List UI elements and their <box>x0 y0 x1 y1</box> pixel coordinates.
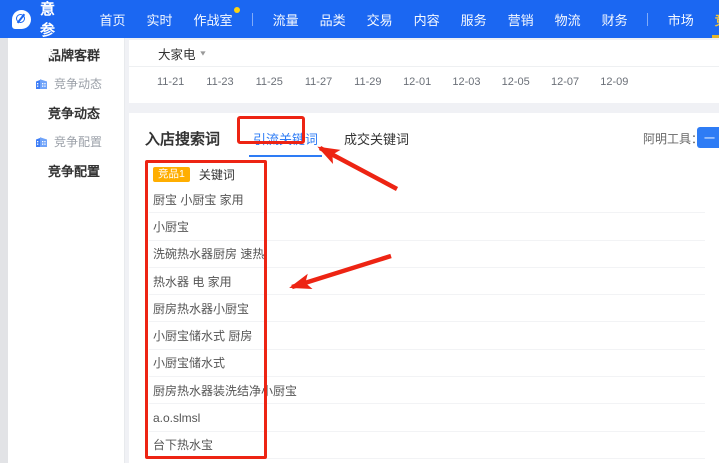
sidebar-item-label: 竞争配置 <box>54 135 103 149</box>
nav-item-label: 品类 <box>319 12 346 28</box>
keyword-text: 厨房热水器装洗结净小厨宝 <box>153 383 298 398</box>
nav-item-competition[interactable]: 竞争 <box>704 0 719 38</box>
keyword-text: 热水器 电 家用 <box>153 274 232 289</box>
search-words-header: 入店搜索词 引流关键词 成交关键词 阿明工具： 一 <box>129 113 719 163</box>
nav-item-realtime[interactable]: 实时 <box>136 0 183 38</box>
notification-dot <box>234 7 241 13</box>
nav-item-label: 财务 <box>601 12 628 28</box>
sidebar-item-label: 竞争配置 <box>48 164 101 179</box>
date-tick: 12-07 <box>550 76 580 88</box>
nav-item-service[interactable]: 服务 <box>450 0 497 38</box>
keyword-text: 厨房热水器小厨宝 <box>153 301 250 316</box>
keyword-text: a.o.slmsl <box>153 410 201 425</box>
date-tick: 12-01 <box>403 76 432 88</box>
date-tick: 12-05 <box>501 76 530 88</box>
nav-item-warroom[interactable]: 作战室 <box>183 0 243 38</box>
nav-item-market[interactable]: 市场 <box>657 0 704 38</box>
nav-item-label: 物流 <box>554 12 581 28</box>
keyword-text: 台下热水宝 <box>153 438 214 453</box>
date-tick: 11-25 <box>255 76 283 88</box>
keyword-row[interactable]: 洗碗热水器厨房 速热 <box>149 241 705 268</box>
nav-item-home[interactable]: 首页 <box>89 0 136 38</box>
tab-transaction-keywords[interactable]: 成交关键词 <box>336 123 417 154</box>
keyword-row[interactable]: 厨宝 小厨宝 家用 <box>149 186 705 214</box>
sycm-logo-icon <box>12 9 31 29</box>
competitor-badge: 竞品1 <box>153 166 190 183</box>
date-tick: 11-21 <box>156 76 185 88</box>
keyword-table: 竞品1 关键词 厨宝 小厨宝 家用 小厨宝 洗碗热水器厨房 速热 热水器 电 家… <box>149 163 705 459</box>
nav-item-traffic[interactable]: 流量 <box>262 0 309 38</box>
tool-group: 阿明工具： <box>643 130 703 147</box>
keyword-row[interactable]: 厨房热水器装洗结净小厨宝 <box>149 377 705 405</box>
section-title: 入店搜索词 <box>145 130 221 148</box>
nav-menu: 首页 实时 作战室 流量 品类 交易 内容 服务 营销 物流 财务 市场 竞争 <box>89 0 719 38</box>
nav-item-category[interactable]: 品类 <box>309 0 356 38</box>
keyword-table-header: 竞品1 关键词 <box>149 163 705 186</box>
keyword-row[interactable]: 厨房热水器小厨宝 <box>149 295 705 323</box>
keyword-text: 小厨宝储水式 厨房 <box>153 329 253 344</box>
date-tick: 11-23 <box>206 76 234 88</box>
sidebar-item-competition-config-link[interactable]: 竞争配置 <box>8 127 124 156</box>
app-logo[interactable]: 生意参谋 <box>0 0 56 61</box>
sidebar-item-competition-trends-link[interactable]: 竞争动态 <box>8 69 124 98</box>
sidebar-item-label: 竞争动态 <box>54 77 103 91</box>
nav-item-label: 作战室 <box>193 12 233 28</box>
page: 生意参谋 首页 实时 作战室 流量 品类 交易 内容 服务 营销 物流 财务 市… <box>0 0 719 463</box>
left-gutter <box>0 38 8 463</box>
category-row: 大家电 ▼ <box>129 40 719 67</box>
keyword-row[interactable]: 台下热水宝 <box>149 432 705 459</box>
keyword-row[interactable]: 小厨宝储水式 厨房 <box>149 322 705 350</box>
date-tick: 12-09 <box>600 76 629 88</box>
nav-divider <box>647 12 649 26</box>
nav-item-trade[interactable]: 交易 <box>356 0 403 38</box>
sidebar-item-competition-config[interactable]: 竞争配置 <box>8 156 124 185</box>
sidebar-item-competition-trends[interactable]: 竞争动态 <box>8 98 124 127</box>
sidebar: 品牌客群 竞争动态 竞争动态 竞争配置 竞争配置 <box>8 38 125 463</box>
app-title: 生意参谋 <box>40 1 57 60</box>
category-dropdown-value: 大家电 <box>158 47 196 62</box>
chevron-down-icon: ▼ <box>198 49 208 57</box>
nav-item-label: 竞争 <box>715 10 719 29</box>
search-words-card: 入店搜索词 引流关键词 成交关键词 阿明工具： 一 竞品1 关键词 厨宝 小厨宝… <box>129 113 719 463</box>
tab-traffic-keywords[interactable]: 引流关键词 <box>245 123 326 157</box>
date-axis: 11-21 11-23 11-25 11-27 11-29 12-01 12-0… <box>129 67 719 88</box>
nav-item-finance[interactable]: 财务 <box>591 0 638 38</box>
keyword-row[interactable]: 热水器 电 家用 <box>149 268 705 296</box>
keyword-row[interactable]: 小厨宝储水式 <box>149 350 705 378</box>
building-icon <box>36 137 47 147</box>
nav-item-label: 交易 <box>366 12 393 28</box>
nav-item-logistics[interactable]: 物流 <box>544 0 591 38</box>
keyword-tabs: 引流关键词 成交关键词 <box>245 123 417 157</box>
keyword-row[interactable]: a.o.slmsl <box>149 404 705 432</box>
category-dropdown[interactable]: 大家电 ▼ <box>158 44 207 63</box>
keyword-column-header: 关键词 <box>198 168 235 182</box>
nav-item-marketing[interactable]: 营销 <box>497 0 544 38</box>
nav-item-label: 流量 <box>272 12 299 28</box>
nav-item-label: 营销 <box>507 12 534 28</box>
date-tick: 11-29 <box>354 76 382 88</box>
nav-item-label: 市场 <box>667 12 694 28</box>
keyword-row[interactable]: 小厨宝 <box>149 213 705 241</box>
nav-item-label: 服务 <box>460 12 487 28</box>
keyword-text: 小厨宝 <box>153 219 190 234</box>
tool-button[interactable]: 一 <box>697 127 719 148</box>
top-navbar: 生意参谋 首页 实时 作战室 流量 品类 交易 内容 服务 营销 物流 财务 市… <box>0 0 719 60</box>
nav-divider <box>252 12 254 26</box>
filter-card: 大家电 ▼ 11-21 11-23 11-25 11-27 11-29 12-0… <box>129 40 719 103</box>
nav-item-label: 内容 <box>413 12 440 28</box>
tool-label: 阿明工具： <box>642 131 703 146</box>
keyword-text: 洗碗热水器厨房 速热 <box>153 247 265 262</box>
building-icon <box>36 79 47 89</box>
nav-item-label: 首页 <box>99 12 126 28</box>
nav-item-label: 实时 <box>146 12 173 28</box>
date-tick: 12-03 <box>452 76 481 88</box>
nav-item-content[interactable]: 内容 <box>403 0 450 38</box>
keyword-text: 厨宝 小厨宝 家用 <box>153 192 244 207</box>
keyword-text: 小厨宝储水式 <box>153 356 226 371</box>
sidebar-item-label: 竞争动态 <box>48 106 101 121</box>
date-tick: 11-27 <box>304 76 333 88</box>
